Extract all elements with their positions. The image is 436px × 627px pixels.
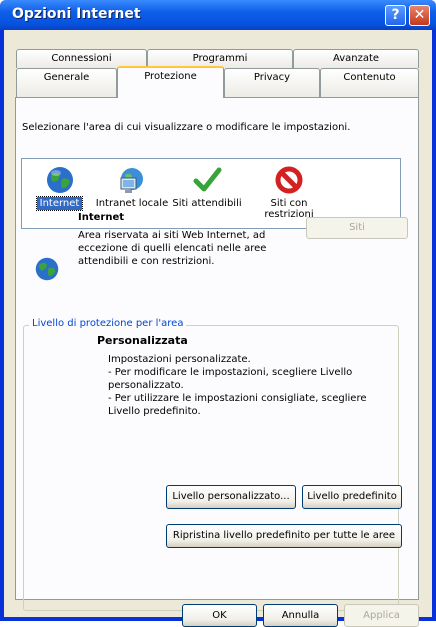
title-bar[interactable]: Opzioni Internet ? ✕	[0, 0, 436, 30]
cancel-button[interactable]: Annulla	[263, 604, 338, 627]
security-level-line: - Per utilizzare le impostazioni consigl…	[108, 393, 367, 404]
zone-internet-label: Internet	[35, 196, 84, 211]
zone-detail-line: eccezione di quelli elencati nelle aree	[78, 243, 267, 254]
help-icon: ?	[391, 7, 400, 23]
tab-label: Avanzate	[332, 53, 380, 64]
zone-intranet-label: Intranet locale	[95, 198, 169, 209]
tab-label: Protezione	[144, 71, 197, 82]
tab-label: Connessioni	[51, 53, 112, 64]
window-title: Opzioni Internet	[12, 6, 141, 22]
tab-avanzate[interactable]: Avanzate	[293, 49, 419, 68]
security-level-line: Impostazioni personalizzate.	[108, 354, 251, 365]
globe-icon	[46, 167, 73, 193]
tab-privacy[interactable]: Privacy	[224, 68, 320, 97]
restricted-icon	[275, 166, 303, 194]
globe-icon	[35, 257, 59, 281]
zone-trusted[interactable]: Siti attendibili	[172, 165, 242, 209]
help-button[interactable]: ?	[385, 5, 406, 26]
dialog-body: Connessioni Programmi Avanzate Generale …	[4, 30, 432, 627]
intranet-icon	[120, 168, 143, 193]
close-button[interactable]: ✕	[409, 5, 430, 26]
zone-detail-line: attendibili e con restrizioni.	[78, 256, 215, 267]
close-icon: ✕	[413, 7, 426, 23]
sites-button[interactable]: Siti	[306, 217, 408, 239]
zone-internet[interactable]: Internet	[32, 165, 87, 211]
security-level-group-label: Livello di protezione per l'area	[29, 318, 187, 329]
zone-intranet[interactable]: Intranet locale	[92, 165, 172, 209]
zone-detail-line: Area riservata ai siti Web Internet, ad	[78, 230, 266, 241]
tab-label: Programmi	[192, 53, 248, 64]
tab-contenuto[interactable]: Contenuto	[320, 68, 419, 97]
tab-label: Generale	[43, 72, 90, 83]
tab-generale[interactable]: Generale	[16, 68, 117, 97]
tab-label: Privacy	[253, 72, 291, 83]
checkmark-icon	[193, 167, 222, 192]
apply-button[interactable]: Applica	[344, 604, 419, 627]
security-level-line: - Per modificare le impostazioni, scegli…	[108, 367, 353, 378]
zone-prompt: Selezionare l'area di cui visualizzare o…	[22, 122, 351, 133]
reset-all-zones-button[interactable]: Ripristina livello predefinito per tutte…	[166, 524, 402, 548]
ok-button[interactable]: OK	[182, 604, 257, 627]
security-level-title: Personalizzata	[97, 334, 188, 347]
zone-trusted-label: Siti attendibili	[172, 198, 242, 209]
custom-level-button[interactable]: Livello personalizzato...	[166, 485, 296, 509]
dialog-window: Opzioni Internet ? ✕ Connessioni Program…	[0, 0, 436, 627]
default-level-button[interactable]: Livello predefinito	[302, 485, 402, 509]
zone-restricted[interactable]: Siti con restrizioni	[254, 165, 324, 220]
zone-detail-title: Internet	[78, 212, 125, 223]
tab-protezione[interactable]: Protezione	[117, 66, 224, 98]
zone-restricted-label-1: Siti con	[270, 198, 308, 209]
security-level-line: Livello predefinito.	[108, 406, 201, 417]
security-level-line: personalizzato.	[108, 380, 184, 391]
tab-label: Contenuto	[343, 72, 396, 83]
